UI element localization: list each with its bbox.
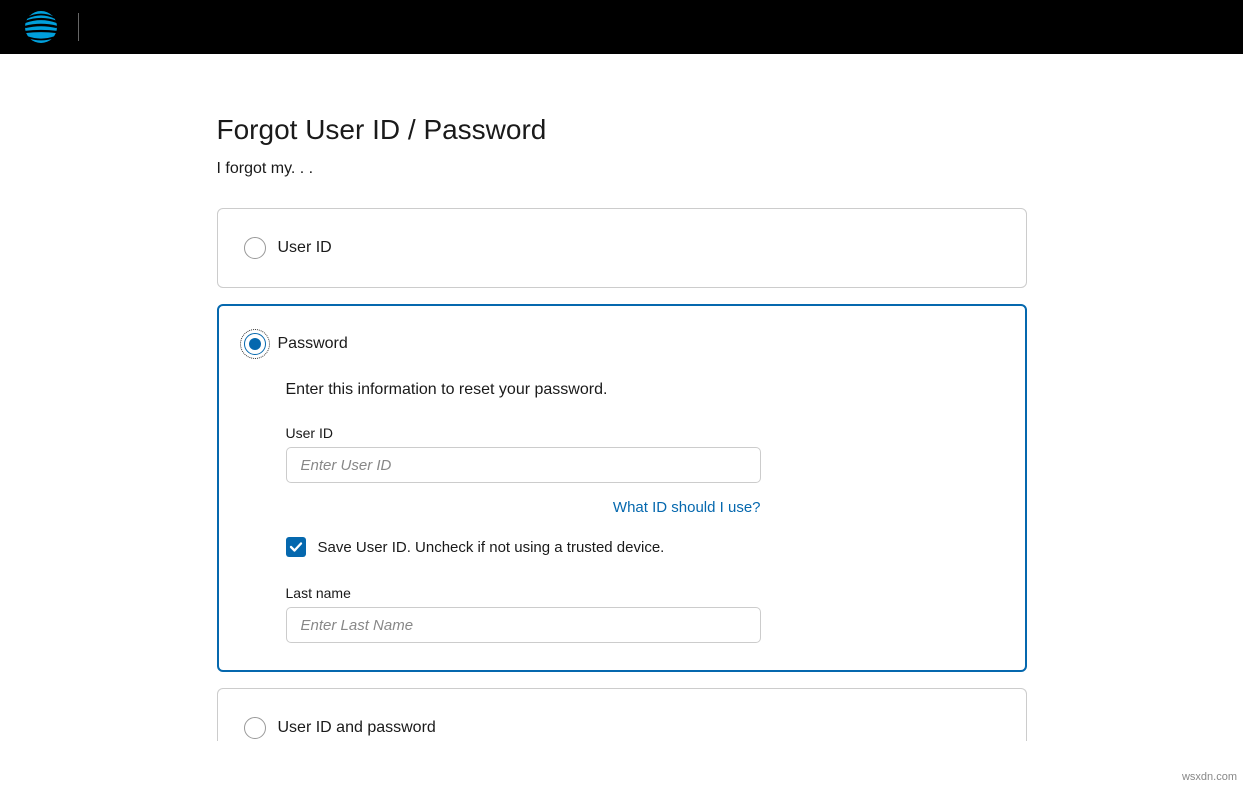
option-userid-radio-row[interactable]: User ID <box>244 237 1000 259</box>
option-both-label: User ID and password <box>278 719 436 737</box>
att-globe-icon <box>24 10 58 44</box>
app-header <box>0 0 1243 54</box>
option-password-label: Password <box>278 335 348 353</box>
option-both-card[interactable]: User ID and password <box>217 688 1027 741</box>
page-title: Forgot User ID / Password <box>217 114 1027 146</box>
checkmark-icon <box>289 540 303 554</box>
password-instruction: Enter this information to reset your pas… <box>286 381 1000 399</box>
save-userid-label: Save User ID. Uncheck if not using a tru… <box>318 539 665 556</box>
save-userid-checkbox[interactable] <box>286 537 306 557</box>
radio-inner-icon <box>249 338 261 350</box>
brand-logo[interactable] <box>24 10 58 44</box>
password-option-body: Enter this information to reset your pas… <box>244 381 1000 643</box>
radio-userid[interactable] <box>244 237 266 259</box>
option-userid-card[interactable]: User ID <box>217 208 1027 288</box>
option-userid-label: User ID <box>278 239 332 257</box>
option-password-radio-row[interactable]: Password <box>244 333 1000 355</box>
userid-input[interactable] <box>286 447 761 483</box>
save-userid-row[interactable]: Save User ID. Uncheck if not using a tru… <box>286 537 1000 557</box>
option-password-card[interactable]: Password Enter this information to reset… <box>217 304 1027 672</box>
option-both-radio-row[interactable]: User ID and password <box>244 717 1000 739</box>
source-attribution: wsxdn.com <box>1182 771 1237 783</box>
radio-both[interactable] <box>244 717 266 739</box>
page-subtitle: I forgot my. . . <box>217 160 1027 178</box>
main-content: Forgot User ID / Password I forgot my. .… <box>217 54 1027 787</box>
what-id-link[interactable]: What ID should I use? <box>613 499 761 516</box>
radio-password[interactable] <box>244 333 266 355</box>
lastname-field-label: Last name <box>286 585 1000 601</box>
userid-field-label: User ID <box>286 425 1000 441</box>
lastname-input[interactable] <box>286 607 761 643</box>
help-link-row: What ID should I use? <box>286 499 761 517</box>
header-divider <box>78 13 79 41</box>
